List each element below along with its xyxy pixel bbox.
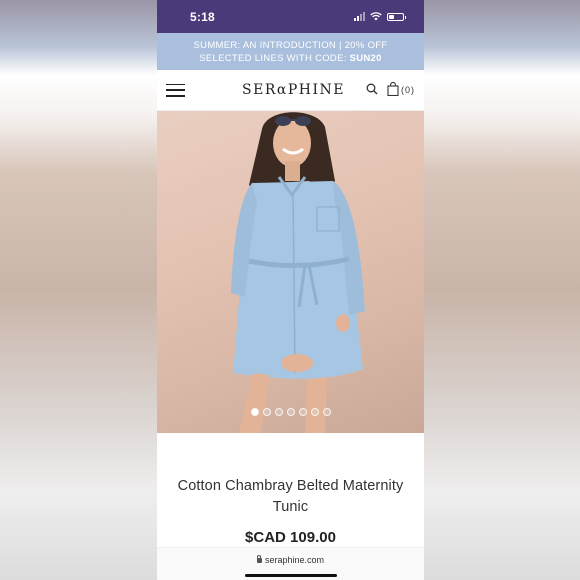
search-icon[interactable] [366, 83, 378, 97]
status-icons [354, 8, 406, 26]
cart-count: (0) [401, 85, 415, 95]
battery-icon [387, 12, 406, 21]
gallery-dot-4[interactable] [286, 408, 295, 416]
lock-icon [256, 554, 262, 563]
background-left [0, 0, 157, 580]
status-bar: 5:18 [157, 0, 424, 33]
url-text: seraphine.com [264, 555, 325, 565]
phone-screen: 5:18 SUMMER: AN INTRODUCTION | 20% OFF S… [157, 0, 424, 580]
gallery-dot-6[interactable] [310, 408, 319, 416]
background-right [423, 0, 580, 580]
gallery-dot-7[interactable] [322, 408, 331, 416]
promo-banner[interactable]: SUMMER: AN INTRODUCTION | 20% OFF SELECT… [157, 33, 424, 70]
home-indicator[interactable] [244, 574, 337, 577]
gallery-dot-2[interactable] [262, 408, 271, 416]
url-display[interactable]: seraphine.com [256, 554, 325, 565]
product-info: Cotton Chambray Belted Maternity Tunic $… [157, 433, 424, 546]
promo-line-1: SUMMER: AN INTRODUCTION | 20% OFF [193, 39, 388, 51]
product-title: Cotton Chambray Belted Maternity Tunic [177, 478, 404, 515]
menu-icon[interactable] [166, 83, 185, 97]
promo-code: SUN20 [349, 52, 382, 64]
product-image-gallery[interactable] [157, 111, 424, 433]
site-header: SERαPHINE (0) [157, 70, 424, 111]
seraphine-logo[interactable]: SERαPHINE [242, 82, 345, 98]
cart-button[interactable]: (0) [387, 81, 415, 98]
promo-line-2: SELECTED LINES WITH CODE: SUN20 [157, 52, 424, 65]
bag-icon [387, 81, 399, 98]
promo-line-2-text: SELECTED LINES WITH CODE: [199, 52, 350, 64]
header-actions: (0) [366, 81, 415, 98]
gallery-dot-3[interactable] [274, 408, 283, 416]
gallery-dot-1[interactable] [250, 408, 259, 416]
status-time: 5:18 [190, 9, 215, 24]
browser-address-bar[interactable]: seraphine.com [157, 547, 424, 580]
signal-icon [354, 12, 365, 21]
product-image [231, 112, 365, 433]
wifi-icon [370, 8, 382, 26]
product-price: $CAD 109.00 [245, 529, 336, 546]
gallery-dot-5[interactable] [298, 408, 307, 416]
gallery-dots [157, 408, 424, 416]
